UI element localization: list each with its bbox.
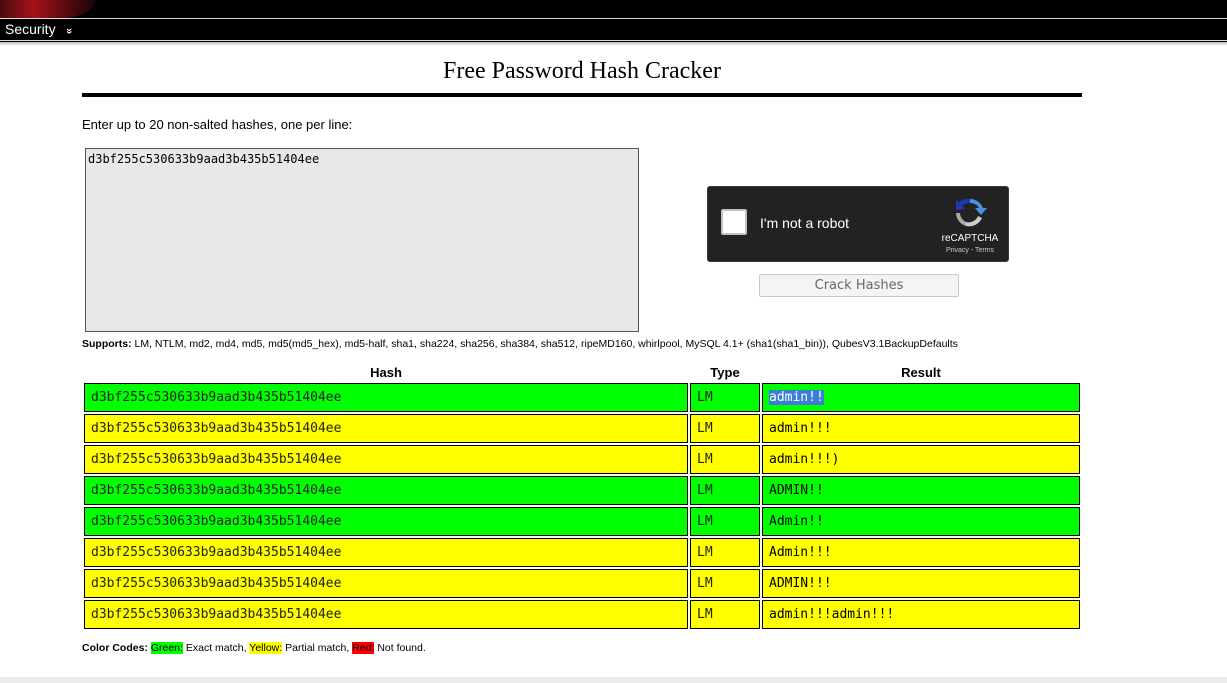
table-row: d3bf255c530633b9aad3b435b51404ee LM Admi… [84,538,1080,567]
hash-cell: d3bf255c530633b9aad3b435b51404ee [84,600,688,629]
header-logo-graphic [0,0,95,19]
chevron-down-icon: » [62,27,75,35]
recaptcha-checkbox[interactable] [721,209,747,235]
hash-cell: d3bf255c530633b9aad3b435b51404ee [84,414,688,443]
type-cell: LM [690,445,760,474]
result-cell: Admin!! [762,507,1080,536]
selected-result-text: admin!! [769,390,824,405]
table-row: d3bf255c530633b9aad3b435b51404ee LM admi… [84,383,1080,412]
type-cell: LM [690,569,760,598]
table-row: d3bf255c530633b9aad3b435b51404ee LM admi… [84,600,1080,629]
recaptcha-widget: I'm not a robot reCAPTCHA Privacy - Term… [707,186,1009,262]
type-cell: LM [690,600,760,629]
result-cell: admin!! [762,383,1080,412]
type-cell: LM [690,538,760,567]
table-row: d3bf255c530633b9aad3b435b51404ee LM ADMI… [84,569,1080,598]
result-cell: admin!!!admin!!! [762,600,1080,629]
results-table: Hash Type Result d3bf255c530633b9aad3b43… [82,362,1082,631]
recaptcha-brand: reCAPTCHA [941,233,999,244]
legend-red-desc: Not found. [374,642,426,654]
color-codes-label: Color Codes: [82,642,148,654]
nav-divider-bottom [0,40,1227,41]
supported-algorithms: Supports: LM, NTLM, md2, md4, md5, md5(m… [82,338,958,350]
hash-cell: d3bf255c530633b9aad3b435b51404ee [84,476,688,505]
type-cell: LM [690,476,760,505]
type-cell: LM [690,507,760,536]
footer-bar [0,677,1227,683]
legend-green-chip: Green: [150,642,183,654]
color-codes-legend: Color Codes: Green: Exact match, Yellow:… [82,642,426,654]
instructions-text: Enter up to 20 non-salted hashes, one pe… [82,117,353,132]
page-title: Free Password Hash Cracker [443,58,721,84]
type-cell: LM [690,383,760,412]
crack-hashes-button[interactable]: Crack Hashes [759,274,959,297]
legend-yellow-chip: Yellow: [249,642,283,654]
hash-cell: d3bf255c530633b9aad3b435b51404ee [84,569,688,598]
title-divider [82,93,1082,97]
hash-cell: d3bf255c530633b9aad3b435b51404ee [84,538,688,567]
nav-shadow [0,42,1227,46]
column-header-type: Type [710,365,740,380]
hash-input[interactable]: d3bf255c530633b9aad3b435b51404ee [85,148,639,332]
legend-red-chip: Red: [352,642,375,654]
supports-label: Supports: [82,338,132,350]
legend-green-desc: Exact match, [182,642,250,654]
table-row: d3bf255c530633b9aad3b435b51404ee LM admi… [84,445,1080,474]
type-cell: LM [690,414,760,443]
hash-cell: d3bf255c530633b9aad3b435b51404ee [84,383,688,412]
result-cell: Admin!!! [762,538,1080,567]
hash-cell: d3bf255c530633b9aad3b435b51404ee [84,507,688,536]
result-cell: admin!!!) [762,445,1080,474]
recaptcha-icon [956,198,987,227]
column-header-hash: Hash [370,365,402,380]
result-cell: ADMIN!! [762,476,1080,505]
column-header-result: Result [901,365,941,380]
table-row: d3bf255c530633b9aad3b435b51404ee LM ADMI… [84,476,1080,505]
table-row: d3bf255c530633b9aad3b435b51404ee LM admi… [84,414,1080,443]
recaptcha-privacy-terms-links[interactable]: Privacy - Terms [932,247,1008,254]
nav-menu-security[interactable]: Security » [0,19,75,40]
legend-yellow-desc: Partial match, [282,642,353,654]
recaptcha-label: I'm not a robot [760,215,850,231]
hash-cell: d3bf255c530633b9aad3b435b51404ee [84,445,688,474]
top-navigation-bar: Security » [0,0,1227,42]
nav-divider-top [0,18,1227,19]
nav-security-label: Security [5,21,56,37]
result-cell: admin!!! [762,414,1080,443]
result-cell: ADMIN!!! [762,569,1080,598]
supports-list: LM, NTLM, md2, md4, md5, md5(md5_hex), m… [134,338,958,350]
table-row: d3bf255c530633b9aad3b435b51404ee LM Admi… [84,507,1080,536]
